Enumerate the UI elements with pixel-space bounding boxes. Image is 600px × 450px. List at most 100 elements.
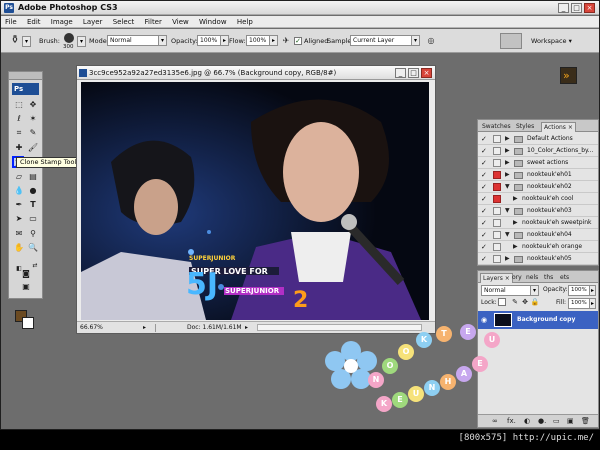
screen-mode-icon[interactable]: ▣ [20,281,32,293]
type-tool-icon[interactable]: T [27,199,39,211]
action-dialog-toggle[interactable] [493,171,501,179]
status-info-icon[interactable]: ▸ [143,324,146,331]
move-tool-icon[interactable]: ✥ [27,99,39,111]
action-toggle-check-icon[interactable]: ✓ [481,219,489,227]
action-row[interactable]: ✓ ▶ nookteuk'eh01 [478,169,598,181]
gradient-tool-icon[interactable]: ▤ [27,171,39,183]
pen-tool-icon[interactable]: ✒ [13,199,25,211]
action-dialog-toggle[interactable] [493,207,501,215]
marquee-tool-icon[interactable]: ⬚ [13,99,25,111]
tab-sets[interactable]: ets [558,273,571,283]
brush-preview-icon[interactable] [64,33,74,43]
action-dialog-toggle[interactable] [493,147,501,155]
new-layer-icon[interactable]: ▣ [567,417,574,425]
layer-style-icon[interactable]: fx. [507,417,516,425]
expand-arrow-icon[interactable]: ▶ [505,147,510,155]
menu-edit[interactable]: Edit [23,16,45,26]
layer-row-background-copy[interactable]: ◉ Background copy [478,311,598,329]
action-dialog-toggle[interactable] [493,255,501,263]
blend-mode-select[interactable]: Normal [481,285,531,296]
quick-mask-icon[interactable]: ◙ [20,268,32,280]
eraser-tool-icon[interactable]: ▱ [13,171,25,183]
action-dialog-toggle[interactable] [493,195,501,203]
action-row[interactable]: ✓ ▶ nookteuk'eh cool [478,193,598,205]
menu-image[interactable]: Image [47,16,77,26]
action-toggle-check-icon[interactable]: ✓ [481,183,489,191]
action-toggle-check-icon[interactable]: ✓ [481,243,489,251]
flow-input[interactable]: 100% [246,35,270,46]
brush-tool-icon[interactable]: 🖌 [27,142,39,154]
expand-arrow-icon[interactable]: ▶ [513,195,518,203]
background-color-swatch[interactable] [22,317,34,329]
action-dialog-toggle[interactable] [493,219,501,227]
slice-tool-icon[interactable]: ✎ [27,127,39,139]
expand-arrow-icon[interactable]: ▶ [505,159,510,167]
ignore-adjustment-icon[interactable]: ◎ [425,35,437,47]
document-title-bar[interactable]: 3cc9ce952a92a27ed3135e6.jpg @ 66.7% (Bac… [77,66,435,80]
link-layers-icon[interactable]: ∞ [492,417,498,425]
toolbox-logo[interactable]: Ps [12,83,39,95]
layer-name[interactable]: Background copy [517,316,575,323]
minimize-button[interactable]: _ [558,3,569,13]
eyedropper-tool-icon[interactable]: ⚲ [27,228,39,240]
tab-channels[interactable]: nels [524,273,540,283]
mode-select[interactable]: Normal [107,35,159,46]
action-row[interactable]: ✓ ▶ sweet actions [478,157,598,169]
brush-dropdown[interactable]: ▾ [77,36,86,47]
menu-layer[interactable]: Layer [79,16,107,26]
shape-tool-icon[interactable]: ▭ [27,213,39,225]
sample-select[interactable]: Current Layer [350,35,412,46]
layer-visibility-eye-icon[interactable]: ◉ [481,316,487,324]
action-dialog-toggle[interactable] [493,159,501,167]
menu-view[interactable]: View [168,16,193,26]
action-row[interactable]: ✓ ▼ nookteuk'eh04 [478,229,598,241]
action-toggle-check-icon[interactable]: ✓ [481,195,489,203]
collapse-arrow-icon[interactable]: ▼ [505,231,510,239]
airbrush-icon[interactable]: ✈ [280,35,292,47]
image-canvas[interactable]: SUPERJUNIOR SUPER LOVE FOR SUPERJUNIOR 5… [81,82,429,320]
opacity-dropdown[interactable]: ▸ [220,35,229,46]
action-toggle-check-icon[interactable]: ✓ [481,171,489,179]
action-row[interactable]: ✓ ▶ nookteuk'eh sweetpink [478,217,598,229]
expand-arrow-icon[interactable]: ▶ [513,219,518,227]
action-row[interactable]: ✓ ▶ nookteuk'eh05 [478,253,598,265]
collapse-arrow-icon[interactable]: ▼ [505,207,510,215]
lock-transparent-checkbox[interactable] [498,298,506,306]
toolbox-header[interactable] [9,72,42,80]
blur-tool-icon[interactable]: 💧 [13,185,25,197]
doc-close-button[interactable]: × [421,68,432,78]
fill-dropdown[interactable]: ▸ [589,298,596,309]
delete-layer-icon[interactable]: 🗑 [581,417,590,425]
action-dialog-toggle[interactable] [493,231,501,239]
action-dialog-toggle[interactable] [493,183,501,191]
layer-mask-icon[interactable]: ◐ [524,417,530,425]
crop-tool-icon[interactable]: ⌗ [13,127,25,139]
tool-preset-dropdown[interactable]: ▾ [22,36,31,47]
maximize-button[interactable]: □ [571,3,582,13]
dodge-tool-icon[interactable]: ● [27,185,39,197]
opacity-input[interactable]: 100% [197,35,221,46]
path-selection-tool-icon[interactable]: ➤ [13,213,25,225]
action-row[interactable]: ✓ ▼ nookteuk'eh02 [478,181,598,193]
action-row[interactable]: ✓ ▶ Default Actions [478,133,598,145]
lasso-tool-icon[interactable]: ℓ [13,113,25,125]
collapse-arrow-icon[interactable]: ▼ [505,183,510,191]
notes-tool-icon[interactable]: ✉ [13,228,25,240]
action-dialog-toggle[interactable] [493,243,501,251]
layer-opacity-dropdown[interactable]: ▸ [589,285,596,296]
blend-mode-dropdown[interactable]: ▾ [530,285,539,296]
horizontal-scrollbar[interactable] [257,324,422,331]
lock-all-icon[interactable]: 🔒 [529,296,541,308]
menu-file[interactable]: File [1,16,21,26]
flow-dropdown[interactable]: ▸ [269,35,278,46]
doc-maximize-button[interactable]: □ [408,68,419,78]
menu-window[interactable]: Window [195,16,231,26]
doc-minimize-button[interactable]: _ [395,68,406,78]
action-row[interactable]: ✓ ▶ 10_Color_Actions_by... [478,145,598,157]
workspace-button[interactable]: Workspace ▾ [531,37,572,45]
tab-swatches[interactable]: Swatches [480,122,513,132]
action-dialog-toggle[interactable] [493,135,501,143]
action-toggle-check-icon[interactable]: ✓ [481,255,489,263]
healing-brush-tool-icon[interactable]: ✚ [13,142,25,154]
status-menu-icon[interactable]: ▸ [245,324,248,331]
